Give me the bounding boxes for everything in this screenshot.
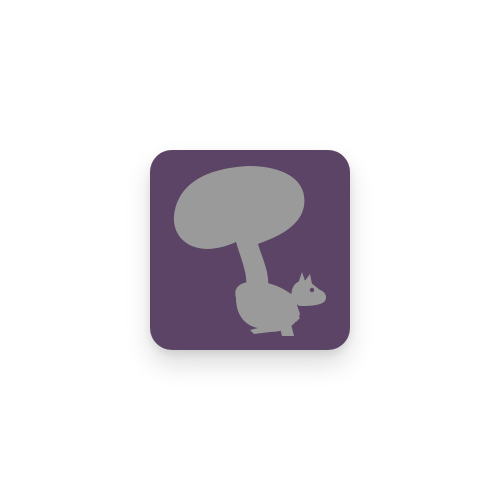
canvas [0, 0, 500, 500]
squirrel-app-icon[interactable] [150, 150, 350, 350]
squirrel-icon [150, 150, 350, 350]
squirrel-eye [309, 287, 315, 293]
